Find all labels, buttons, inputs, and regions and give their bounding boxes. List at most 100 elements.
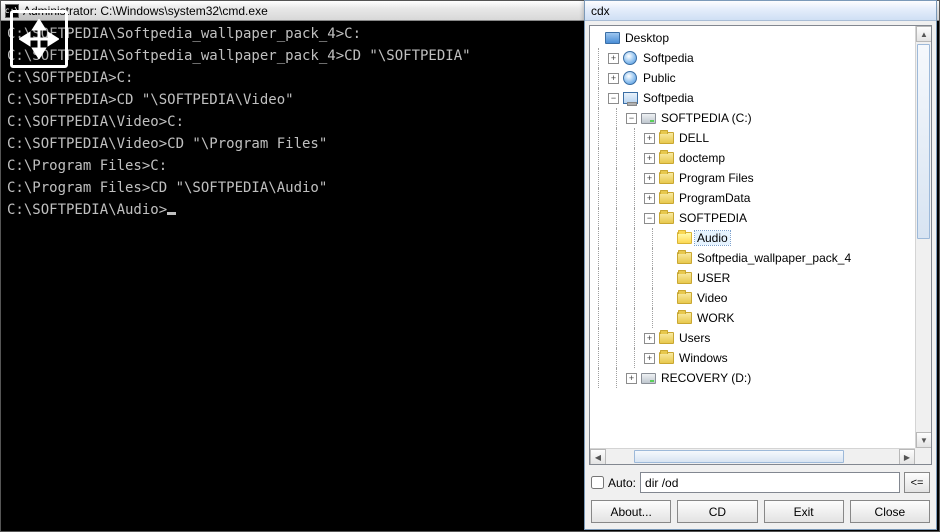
tree-indent [608, 328, 626, 348]
tree-item[interactable]: Desktop [590, 28, 915, 48]
auto-checkbox[interactable] [591, 476, 604, 489]
about-button[interactable]: About... [591, 500, 671, 523]
tree-item-label: RECOVERY (D:) [659, 371, 753, 385]
drive-icon [640, 370, 656, 386]
tree-expander[interactable]: + [644, 193, 655, 204]
tree-indent [590, 288, 608, 308]
scroll-right-button[interactable]: ▶ [899, 449, 915, 465]
tree-item-label: doctemp [677, 151, 727, 165]
tree-item[interactable]: + doctemp [590, 148, 915, 168]
tree-item[interactable]: +Windows [590, 348, 915, 368]
tree-indent [608, 188, 626, 208]
tree-item[interactable]: WORK [590, 308, 915, 328]
auto-command-input[interactable] [640, 472, 900, 493]
tree-indent [590, 308, 608, 328]
tree-item-label: Softpedia [641, 51, 696, 65]
tree-indent [608, 348, 626, 368]
tree-expander[interactable]: + [608, 53, 619, 64]
computer-icon [622, 90, 638, 106]
tree-item[interactable]: USER [590, 268, 915, 288]
tree-indent [608, 308, 626, 328]
folder-icon [658, 130, 674, 146]
tree-item[interactable]: + ProgramData [590, 188, 915, 208]
cdx-titlebar[interactable]: cdx [585, 1, 936, 21]
horizontal-scroll-thumb[interactable] [634, 450, 844, 463]
folder-icon [676, 270, 692, 286]
tree-item[interactable]: +DELL [590, 128, 915, 148]
tree-expander[interactable]: + [644, 153, 655, 164]
user-icon [622, 50, 638, 66]
tree-item[interactable]: + Users [590, 328, 915, 348]
tree-item[interactable]: Softpedia_wallpaper_pack_4 [590, 248, 915, 268]
tree-expander[interactable]: + [644, 173, 655, 184]
scroll-up-button[interactable]: ▲ [916, 26, 932, 42]
tree-item[interactable]: −SOFTPEDIA (C:) [590, 108, 915, 128]
cd-button[interactable]: CD [677, 500, 757, 523]
tree-expander[interactable]: + [644, 353, 655, 364]
tree-item-label: ProgramData [677, 191, 752, 205]
tree-indent [626, 188, 644, 208]
folder-tree-container: Desktop+Softpedia+Public−Softpedia−SOFTP… [589, 25, 932, 465]
scroll-left-button[interactable]: ◀ [590, 449, 606, 465]
move-overlay-icon[interactable] [10, 10, 68, 68]
tree-indent [626, 228, 644, 248]
folder-tree[interactable]: Desktop+Softpedia+Public−Softpedia−SOFTP… [590, 26, 915, 448]
tree-indent [608, 108, 626, 128]
tree-expander[interactable]: − [626, 113, 637, 124]
tree-indent [626, 268, 644, 288]
tree-item[interactable]: + Public [590, 68, 915, 88]
tree-indent [626, 128, 644, 148]
tree-item[interactable]: −SOFTPEDIA [590, 208, 915, 228]
auto-label: Auto: [608, 476, 636, 490]
button-row: About... CD Exit Close [585, 496, 936, 529]
tree-expander [662, 273, 673, 284]
tree-expander[interactable]: + [644, 333, 655, 344]
tree-expander[interactable]: − [644, 213, 655, 224]
tree-expander[interactable]: − [608, 93, 619, 104]
tree-indent [644, 228, 662, 248]
tree-indent [590, 68, 608, 88]
tree-item-label: Desktop [623, 31, 671, 45]
cursor [167, 212, 176, 215]
scroll-down-button[interactable]: ▼ [916, 432, 932, 448]
tree-indent [590, 188, 608, 208]
auto-row: Auto: <= [585, 469, 936, 496]
tree-item[interactable]: −Softpedia [590, 88, 915, 108]
tree-item-label: Softpedia_wallpaper_pack_4 [695, 251, 853, 265]
folder-icon [676, 310, 692, 326]
tree-indent [608, 168, 626, 188]
tree-indent [608, 208, 626, 228]
tree-item[interactable]: Video [590, 288, 915, 308]
tree-item-label: Users [677, 331, 712, 345]
tree-indent [626, 328, 644, 348]
vertical-scroll-thumb[interactable] [917, 44, 930, 239]
folder-icon [658, 350, 674, 366]
tree-expander[interactable]: + [608, 73, 619, 84]
tree-indent [608, 228, 626, 248]
tree-item[interactable]: + Softpedia [590, 48, 915, 68]
tree-indent [590, 268, 608, 288]
tree-expander[interactable]: + [626, 373, 637, 384]
tree-item[interactable]: Audio [590, 228, 915, 248]
folder-icon [658, 210, 674, 226]
tree-indent [644, 268, 662, 288]
tree-indent [626, 168, 644, 188]
drive-icon [640, 110, 656, 126]
exit-button[interactable]: Exit [764, 500, 844, 523]
auto-run-button[interactable]: <= [904, 472, 930, 493]
tree-item[interactable]: + Program Files [590, 168, 915, 188]
vertical-scrollbar[interactable]: ▲ ▼ [915, 26, 931, 448]
close-button[interactable]: Close [850, 500, 930, 523]
tree-indent [608, 368, 626, 388]
tree-indent [608, 128, 626, 148]
tree-item-label: Program Files [677, 171, 756, 185]
horizontal-scrollbar[interactable]: ◀ ▶ [590, 448, 915, 464]
tree-indent [590, 368, 608, 388]
tree-item[interactable]: + RECOVERY (D:) [590, 368, 915, 388]
tree-item-label: Public [641, 71, 678, 85]
tree-indent [590, 128, 608, 148]
tree-indent [626, 288, 644, 308]
user-icon [622, 70, 638, 86]
tree-expander[interactable]: + [644, 133, 655, 144]
folder-icon [658, 170, 674, 186]
